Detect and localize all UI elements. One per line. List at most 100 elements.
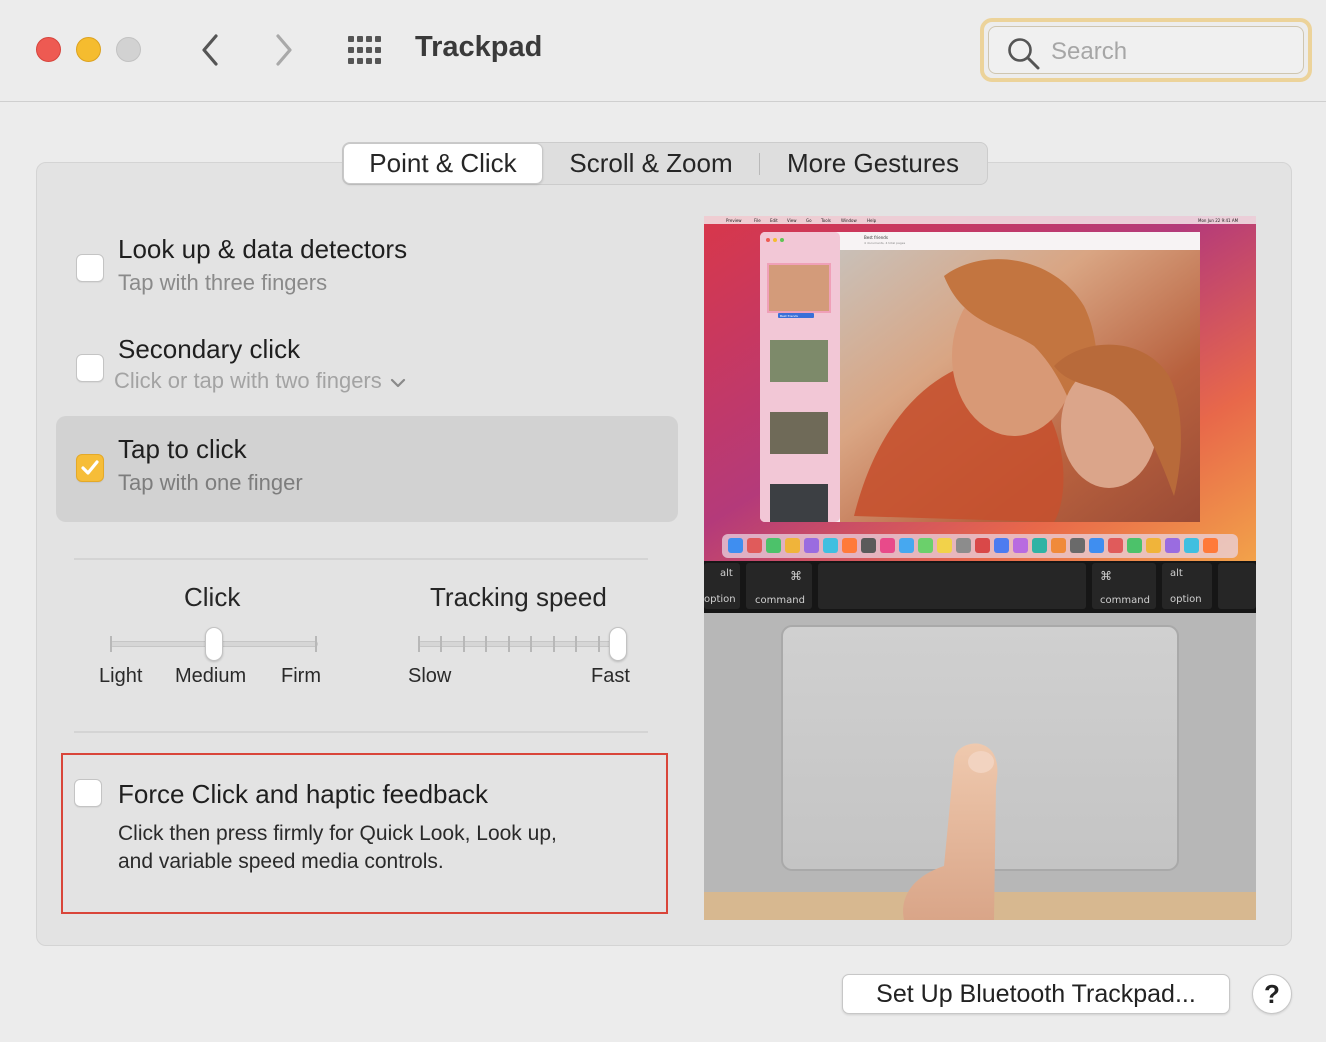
tab-point-and-click[interactable]: Point & Click	[343, 143, 543, 184]
preview-dock-icon	[975, 538, 990, 553]
click-slider-tick	[315, 636, 317, 652]
preview-dock-icon	[1184, 538, 1199, 553]
preview-dock-icon	[1070, 538, 1085, 553]
tracking-slider-track[interactable]	[418, 641, 624, 647]
preview-dock-icon	[994, 538, 1009, 553]
grid-icon	[348, 36, 381, 64]
lookup-subtitle: Tap with three fingers	[118, 270, 328, 295]
help-button[interactable]: ?	[1252, 974, 1292, 1014]
tracking-slider-tick	[575, 636, 578, 652]
preview-key-cmd-symbol: ⌘	[790, 569, 802, 583]
back-button[interactable]	[190, 30, 230, 70]
tab-scroll-and-zoom[interactable]: Scroll & Zoom	[543, 143, 759, 184]
tab-bar: Point & Click Scroll & Zoom More Gesture…	[342, 142, 988, 185]
checkmark-icon	[81, 460, 99, 475]
preview-dock-icon	[899, 538, 914, 553]
divider	[74, 558, 648, 560]
title-bar: Trackpad	[0, 0, 1326, 102]
preview-dock-icon	[880, 538, 895, 553]
force-click-description: Click then press firmly for Quick Look, …	[118, 820, 658, 876]
preview-dock-icon	[1051, 538, 1066, 553]
search-input[interactable]	[1051, 37, 1281, 67]
click-slider-knob[interactable]	[205, 627, 223, 661]
preview-dock-icon	[747, 538, 762, 553]
preview-menubar-item: Help	[867, 218, 877, 223]
chevron-right-icon	[276, 34, 292, 66]
preview-doc-title: Best friends	[864, 235, 888, 240]
tracking-slider-tick	[440, 636, 443, 652]
preview-dock-icon	[1127, 538, 1142, 553]
tap-to-click-row[interactable]	[56, 416, 678, 522]
forward-button[interactable]	[264, 30, 304, 70]
tap-to-click-checkbox[interactable]	[76, 454, 104, 482]
click-label-light: Light	[99, 665, 143, 687]
preview-dock-icon	[823, 538, 838, 553]
preview-key-command: command	[755, 595, 805, 606]
force-click-title: Force Click and haptic feedback	[118, 779, 488, 809]
preview-menubar-item: View	[787, 218, 797, 223]
secondary-click-title: Secondary click	[118, 334, 301, 364]
window-title: Trackpad	[415, 31, 543, 63]
click-slider-title: Click	[184, 582, 241, 612]
preview-dock-icon	[861, 538, 876, 553]
divider	[74, 731, 648, 733]
preview-key-alt: alt	[1170, 568, 1183, 579]
setup-bluetooth-trackpad-button[interactable]: Set Up Bluetooth Trackpad...	[842, 974, 1230, 1014]
click-slider-tick	[110, 636, 112, 652]
preview-menubar-item: Tools	[820, 218, 831, 223]
zoom-window-button[interactable]	[116, 37, 141, 62]
tracking-slider-knob[interactable]	[609, 627, 627, 661]
preview-key-option: option	[1170, 594, 1202, 605]
secondary-click-popup[interactable]: Click or tap with two fingers	[114, 368, 406, 394]
preview-menubar-time: Mon Jun 22 9:41 AM	[1198, 218, 1239, 223]
force-click-checkbox[interactable]	[74, 779, 102, 807]
lookup-checkbox[interactable]	[76, 254, 104, 282]
preview-dock-icon	[1013, 538, 1028, 553]
preview-dock-icon	[1146, 538, 1161, 553]
preview-menubar-item: Edit	[770, 218, 778, 223]
secondary-click-checkbox[interactable]	[76, 354, 104, 382]
force-click-description-line: and variable speed media controls.	[118, 850, 444, 873]
preview-doc-subtitle: 4 documents, 4 total pages	[864, 241, 906, 245]
preview-dock-icon	[804, 538, 819, 553]
lookup-title: Look up & data detectors	[118, 234, 408, 264]
preview-dock-icon	[1032, 538, 1047, 553]
show-all-button[interactable]	[346, 34, 386, 66]
search-icon	[1008, 38, 1040, 70]
chevron-down-icon	[390, 378, 405, 388]
tracking-label-fast: Fast	[591, 665, 630, 687]
chevron-left-icon	[202, 34, 218, 66]
preview-menubar-item: Window	[841, 218, 858, 223]
preview-dock-icon	[766, 538, 781, 553]
tap-to-click-subtitle: Tap with one finger	[118, 470, 303, 495]
tracking-slider-title: Tracking speed	[430, 582, 607, 612]
preview-key-cmd-symbol: ⌘	[1100, 569, 1112, 583]
tracking-slider-tick	[530, 636, 533, 652]
preview-dock-icon	[1108, 538, 1123, 553]
preview-dock-icon	[956, 538, 971, 553]
preview-dock-icon	[1165, 538, 1180, 553]
preview-dock-icon	[1089, 538, 1104, 553]
search-field[interactable]	[980, 18, 1312, 82]
preview-dock-icon	[728, 538, 743, 553]
tab-more-gestures[interactable]: More Gestures	[760, 143, 986, 184]
secondary-click-subtitle: Click or tap with two fingers	[114, 368, 382, 393]
minimize-window-button[interactable]	[76, 37, 101, 62]
preview-dock-icon	[918, 538, 933, 553]
preview-dock-icon	[1203, 538, 1218, 553]
preview-key-alt: alt	[720, 568, 733, 579]
click-label-firm: Firm	[281, 665, 321, 687]
preview-thumb-caption: Best friends	[780, 314, 798, 318]
tracking-slider-tick	[462, 636, 465, 652]
tracking-slider-tick	[485, 636, 488, 652]
preview-dock-icon	[842, 538, 857, 553]
close-window-button[interactable]	[36, 37, 61, 62]
gesture-preview-image: Preview File Edit View Go Tools Window H…	[704, 216, 1256, 920]
preview-dock-icon	[785, 538, 800, 553]
tracking-slider-tick	[418, 636, 420, 652]
tracking-slider-tick	[507, 636, 510, 652]
preview-menubar-item: Go	[806, 218, 812, 223]
click-label-medium: Medium	[175, 665, 247, 687]
tracking-label-slow: Slow	[408, 665, 452, 687]
preview-key-option: option	[704, 594, 736, 605]
